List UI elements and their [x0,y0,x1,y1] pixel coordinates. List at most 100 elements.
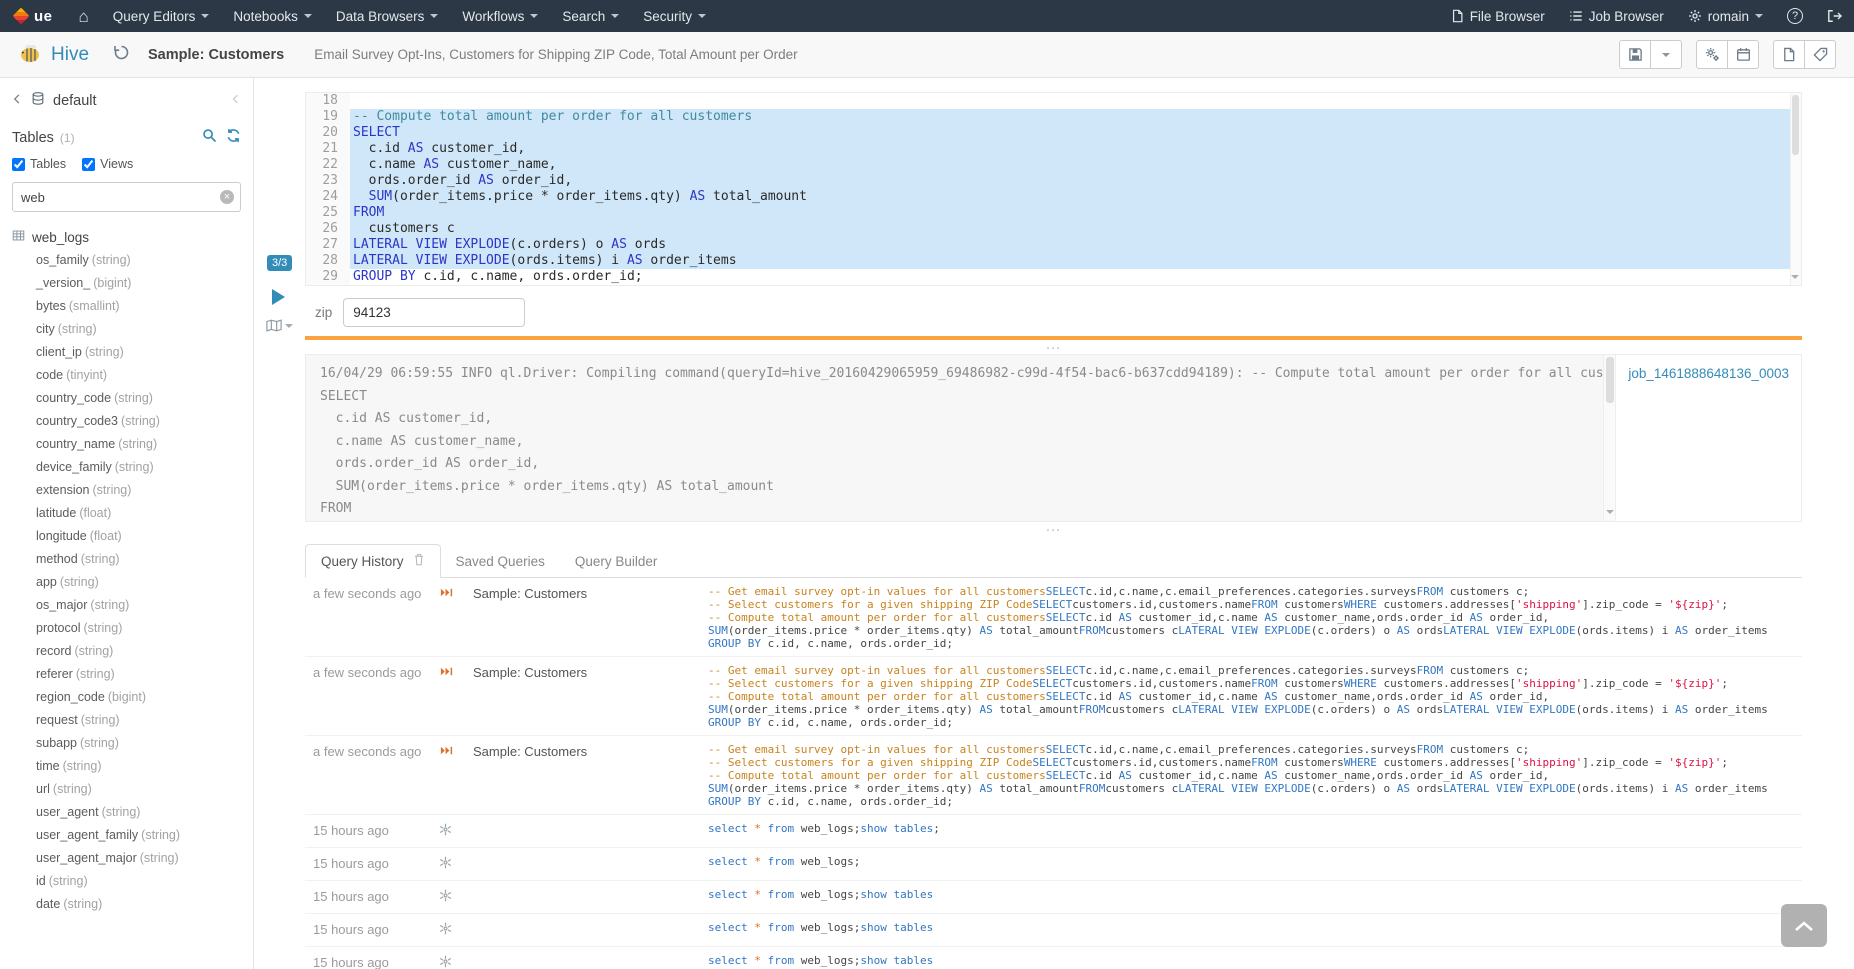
menu-security[interactable]: Security [631,0,718,32]
history-row[interactable]: 15 hours agoselect * from web_logs; [305,848,1802,881]
column-item[interactable]: id(string) [12,871,241,894]
menu-notebooks[interactable]: Notebooks [221,0,324,32]
history-row[interactable]: 15 hours agoselect * from web_logs;show … [305,815,1802,848]
column-item[interactable]: user_agent_family(string) [12,825,241,848]
column-item[interactable]: subapp(string) [12,733,241,756]
column-item[interactable]: os_major(string) [12,595,241,618]
tables-checkbox[interactable] [12,158,25,171]
column-item[interactable]: user_agent_major(string) [12,848,241,871]
column-item[interactable]: client_ip(string) [12,342,241,365]
history-row[interactable]: 15 hours agoselect * from web_logs;show … [305,914,1802,947]
scrollbar-thumb[interactable] [1792,95,1799,155]
column-item[interactable]: city(string) [12,319,241,342]
table-item-web-logs[interactable]: web_logs [12,225,241,250]
history-row[interactable]: 15 hours agoselect * from web_logs;show … [305,947,1802,969]
menu-query-editors[interactable]: Query Editors [101,0,222,32]
column-item[interactable]: device_family(string) [12,457,241,480]
log-scrollbar[interactable] [1603,355,1615,521]
menu-data-browsers[interactable]: Data Browsers [324,0,451,32]
editor-line[interactable]: 25FROM [306,205,1801,221]
column-item[interactable]: longitude(float) [12,526,241,549]
editor-line[interactable]: 27LATERAL VIEW EXPLODE(c.orders) o AS or… [306,237,1801,253]
file-browser-link[interactable]: File Browser [1439,0,1557,32]
column-item[interactable]: url(string) [12,779,241,802]
history-row[interactable]: a few seconds agoSample: Customers-- Get… [305,736,1802,815]
history-row[interactable]: 15 hours agoselect * from web_logs;show … [305,881,1802,914]
scrollbar-thumb[interactable] [1606,357,1614,403]
home-button[interactable]: ⌂ [67,0,101,32]
column-item[interactable]: country_name(string) [12,434,241,457]
column-item[interactable]: date(string) [12,894,241,917]
browse-results-button[interactable] [266,319,293,332]
tab-query-history[interactable]: Query History [305,544,441,578]
editor-line[interactable]: 22 c.name AS customer_name, [306,157,1801,173]
description-button[interactable] [1773,40,1805,69]
views-checkbox[interactable] [82,158,95,171]
editor-line[interactable]: 19-- Compute total amount per order for … [306,109,1801,125]
scroll-down-icon[interactable] [1606,501,1614,519]
hue-logo[interactable]: ue [0,0,67,32]
table-filter-input[interactable] [12,182,241,212]
database-name[interactable]: default [53,93,97,109]
column-item[interactable]: code(tinyint) [12,365,241,388]
back-icon[interactable] [12,92,23,110]
tab-query-builder[interactable]: Query Builder [560,544,673,578]
resize-handle[interactable] [305,522,1802,535]
column-item[interactable]: extension(string) [12,480,241,503]
scroll-to-top-button[interactable] [1781,904,1827,947]
clear-history-icon[interactable] [413,553,425,569]
variable-input[interactable] [343,298,525,327]
tab-saved-queries[interactable]: Saved Queries [441,544,560,578]
column-item[interactable]: app(string) [12,572,241,595]
menu-workflows[interactable]: Workflows [450,0,550,32]
column-item[interactable]: method(string) [12,549,241,572]
editor-line[interactable]: 21 c.id AS customer_id, [306,141,1801,157]
history-row[interactable]: a few seconds agoSample: Customers-- Get… [305,657,1802,736]
user-menu[interactable]: romain [1676,0,1775,32]
column-item[interactable]: time(string) [12,756,241,779]
column-item[interactable]: _version_(bigint) [12,273,241,296]
help-button[interactable] [1775,0,1815,32]
column-item[interactable]: referer(string) [12,664,241,687]
editor-line[interactable]: 26 customers c [306,221,1801,237]
editor-line[interactable]: 23 ords.order_id AS order_id, [306,173,1801,189]
clear-filter-icon[interactable] [220,190,234,204]
menu-search[interactable]: Search [550,0,631,32]
resize-handle[interactable] [305,340,1802,353]
schedule-button[interactable] [1727,40,1759,69]
code-editor[interactable]: 1819-- Compute total amount per order fo… [305,92,1802,286]
editor-line[interactable]: 18 [306,93,1801,109]
column-item[interactable]: latitude(float) [12,503,241,526]
column-item[interactable]: request(string) [12,710,241,733]
collapse-sidebar-icon[interactable] [231,92,241,110]
document-title[interactable]: Sample: Customers [148,47,284,63]
column-item[interactable]: user_agent(string) [12,802,241,825]
refresh-icon[interactable] [226,128,241,148]
column-item[interactable]: region_code(bigint) [12,687,241,710]
history-row[interactable]: a few seconds agoSample: Customers-- Get… [305,578,1802,657]
editor-scrollbar[interactable] [1790,93,1801,285]
editor-line[interactable]: 24 SUM(order_items.price * order_items.q… [306,189,1801,205]
search-icon[interactable] [202,128,217,148]
column-item[interactable]: bytes(smallint) [12,296,241,319]
editor-line[interactable]: 28LATERAL VIEW EXPLODE(ords.items) i AS … [306,253,1801,269]
column-item[interactable]: record(string) [12,641,241,664]
column-item[interactable]: country_code3(string) [12,411,241,434]
app-name[interactable]: Hive [51,44,89,66]
sign-out-button[interactable] [1815,0,1854,32]
scroll-down-icon[interactable] [1791,266,1800,284]
column-item[interactable]: os_family(string) [12,250,241,273]
column-item[interactable]: protocol(string) [12,618,241,641]
tags-button[interactable] [1804,40,1836,69]
job-link[interactable]: job_1461888648136_0003 [1628,366,1789,381]
column-item[interactable]: country_code(string) [12,388,241,411]
job-browser-link[interactable]: Job Browser [1557,0,1676,32]
execute-button[interactable] [272,289,285,305]
save-dropdown-button[interactable] [1650,40,1682,69]
session-settings-button[interactable] [1696,40,1728,69]
editor-line[interactable]: 29GROUP BY c.id, c.name, ords.order_id; [306,269,1801,285]
editor-line[interactable]: 20SELECT [306,125,1801,141]
log-line: FROM [320,498,1589,521]
save-button[interactable] [1619,40,1651,69]
query-history-icon[interactable] [113,44,130,66]
